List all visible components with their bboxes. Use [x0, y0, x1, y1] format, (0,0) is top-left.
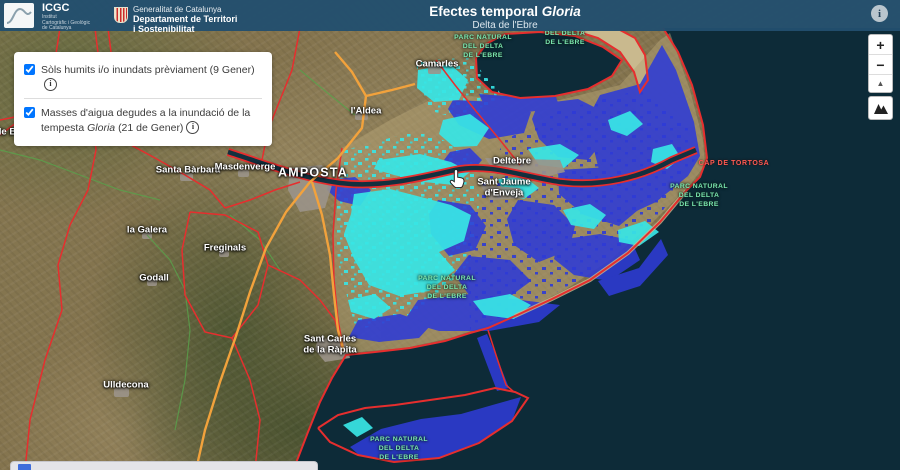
- previous-soils-checkbox[interactable]: [24, 64, 35, 75]
- page-title: Efectes temporal Gloria Delta de l'Ebre: [429, 4, 581, 31]
- basemap-toggle-button[interactable]: [868, 96, 893, 120]
- map-viewer: de Barberans Santa Bàrbara Masdenverge A…: [0, 0, 900, 470]
- gencat-shield-icon: [114, 7, 128, 23]
- zoom-control-group: + − ▲: [868, 34, 893, 93]
- mountain-icon: [873, 102, 889, 115]
- gencat-block: Generalitat de Catalunya Departament de …: [114, 5, 237, 34]
- layer-info-icon[interactable]: i: [44, 78, 57, 91]
- bottom-attribution-bar[interactable]: [10, 461, 318, 470]
- icgc-logo-icon: [4, 3, 34, 28]
- layer-row-gloria-flood[interactable]: Masses d'aigua degudes a la inundació de…: [24, 98, 262, 141]
- layer-row-previous-soils[interactable]: Sòls humits i/o inundats prèviament (9 G…: [24, 56, 262, 98]
- info-button[interactable]: i: [871, 5, 888, 22]
- zoom-out-button[interactable]: −: [869, 54, 892, 74]
- page-subtitle: Delta de l'Ebre: [429, 20, 581, 31]
- layer-legend-panel: Sòls humits i/o inundats prèviament (9 G…: [14, 52, 272, 146]
- scale-chip: [18, 464, 31, 470]
- layer-info-icon[interactable]: i: [186, 121, 199, 134]
- zoom-extent-button[interactable]: ▲: [869, 74, 892, 92]
- gloria-flood-checkbox[interactable]: [24, 107, 35, 118]
- icgc-wordmark: ICGC Institut Cartogràfic i Geològic de …: [42, 3, 90, 32]
- zoom-in-button[interactable]: +: [869, 35, 892, 54]
- app-header: ICGC Institut Cartogràfic i Geològic de …: [0, 0, 900, 31]
